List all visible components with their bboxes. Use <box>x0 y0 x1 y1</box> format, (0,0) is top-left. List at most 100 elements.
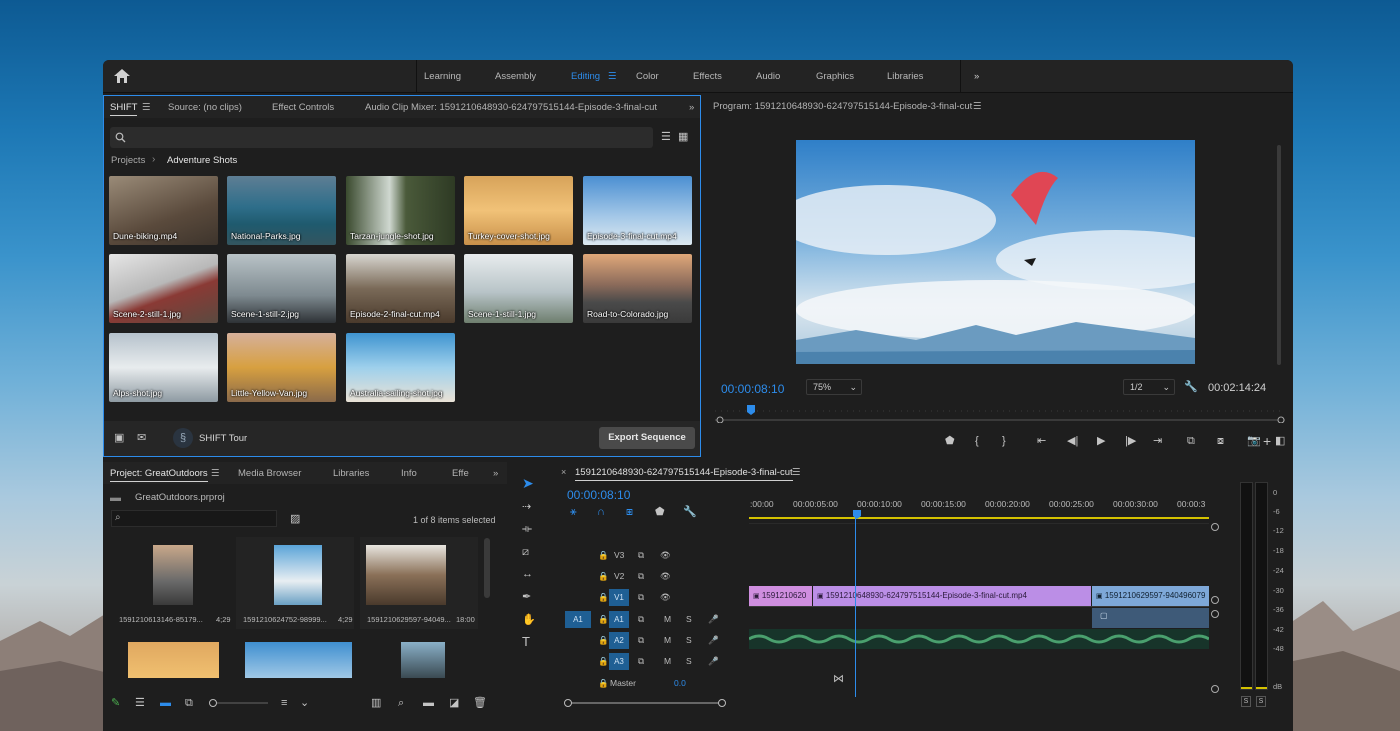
inbox-icon[interactable]: ▣ <box>114 431 124 445</box>
mark-out-icon[interactable]: } <box>1002 434 1006 448</box>
tab-libraries[interactable]: Libraries <box>333 468 369 479</box>
tab-audio-clip-mixer[interactable]: Audio Clip Mixer: 1591210648930-62479751… <box>365 102 657 113</box>
timeline-timecode[interactable]: 00:00:08:10 <box>567 488 630 502</box>
trash-icon[interactable]: 🗑 <box>473 696 487 710</box>
comparison-view-icon[interactable]: ◧ <box>1275 434 1285 448</box>
workspace-assembly[interactable]: Assembly <box>495 60 536 93</box>
sync-lock-icon[interactable]: ⧉ <box>638 614 644 625</box>
new-search-bin-icon[interactable]: ▨ <box>290 512 300 526</box>
video-clip[interactable]: ▣ 1591210620 <box>749 586 812 606</box>
lock-icon[interactable]: 🔒 <box>598 656 609 667</box>
asset-thumbnail[interactable]: Little-Yellow-Van.jpg <box>227 333 336 402</box>
audio-waveform-clip[interactable] <box>749 629 1209 649</box>
project-item[interactable]: 1591210629597-94049... 18:00 <box>360 537 478 629</box>
scroll-handle[interactable] <box>1211 610 1219 618</box>
wrench-icon[interactable]: 🔧 <box>1184 380 1198 394</box>
workspace-learning[interactable]: Learning <box>424 60 461 93</box>
step-back-icon[interactable]: ◀| <box>1067 434 1078 448</box>
track-expand-icon[interactable]: ⋈ <box>833 672 844 686</box>
list-view-icon[interactable]: ☰ <box>135 696 145 710</box>
project-search-input[interactable]: ⌕ <box>111 510 277 527</box>
pencil-icon[interactable]: ✎ <box>111 696 120 710</box>
selection-tool-icon[interactable]: ➤ <box>522 476 534 490</box>
step-forward-icon[interactable]: |▶ <box>1125 434 1136 448</box>
program-title[interactable]: Program: 1591210648930-624797515144-Epis… <box>713 101 972 112</box>
lock-icon[interactable]: 🔒 <box>598 550 609 561</box>
timeline-settings-wrench-icon[interactable]: 🔧 <box>683 505 697 519</box>
project-item-thumbnail[interactable] <box>245 642 352 678</box>
project-item[interactable]: 1591210624752-98999... 4;29 <box>236 537 354 629</box>
sequence-menu-icon[interactable]: ☰ <box>792 467 801 478</box>
solo-left-button[interactable]: S <box>1241 696 1251 707</box>
hand-tool-icon[interactable]: ✋ <box>522 613 536 627</box>
workspace-effects[interactable]: Effects <box>693 60 722 93</box>
program-playhead-timecode[interactable]: 00:00:08:10 <box>721 382 784 396</box>
go-to-out-icon[interactable]: ⇥ <box>1153 434 1162 448</box>
asset-thumbnail[interactable]: Scene-1-still-2.jpg <box>227 254 336 323</box>
sequence-tab[interactable]: 1591210648930-624797515144-Episode-3-fin… <box>575 467 793 481</box>
video-clip[interactable]: ▣ 1591210629597-940496079 <box>1092 586 1209 606</box>
program-menu-icon[interactable]: ☰ <box>973 101 982 112</box>
eye-icon[interactable]: 👁 <box>660 592 671 603</box>
resolution-select[interactable]: 1/2 ⌄ <box>1123 379 1175 395</box>
play-icon[interactable]: ▶ <box>1097 434 1105 448</box>
lock-icon[interactable]: 🔒 <box>598 614 609 625</box>
export-sequence-button[interactable]: Export Sequence <box>599 427 695 449</box>
vertical-scrollbar[interactable] <box>484 538 490 598</box>
new-item-icon[interactable]: ◪ <box>449 696 459 710</box>
lock-icon[interactable]: 🔒 <box>598 635 609 646</box>
tab-project[interactable]: Project: GreatOutdoors <box>110 468 208 482</box>
mark-in-icon[interactable]: { <box>975 434 979 448</box>
lift-icon[interactable]: ⧉ <box>1187 434 1195 448</box>
track-select-tool-icon[interactable]: ⇢ <box>522 500 531 514</box>
project-item[interactable]: 1591210613146-85179... 4;29 <box>112 537 231 629</box>
scroll-handle[interactable] <box>1211 685 1219 693</box>
solo-button[interactable]: S <box>686 656 692 666</box>
find-icon[interactable]: ⌕ <box>398 696 404 710</box>
horizontal-zoom-scrollbar[interactable] <box>562 696 1212 710</box>
scroll-handle[interactable] <box>1211 596 1219 604</box>
eye-icon[interactable]: 👁 <box>660 571 671 582</box>
vertical-scrollbar[interactable] <box>1277 145 1281 365</box>
extract-icon[interactable]: ⧇ <box>1217 434 1224 448</box>
freeform-view-icon[interactable]: ⧉ <box>185 696 193 710</box>
tab-info[interactable]: Info <box>401 468 417 479</box>
solo-button[interactable]: S <box>686 635 692 645</box>
asset-thumbnail[interactable]: Scene-1-still-1.jpg <box>464 254 573 323</box>
solo-right-button[interactable]: S <box>1256 696 1266 707</box>
asset-thumbnail[interactable]: Road-to-Colorado.jpg <box>583 254 692 323</box>
project-item-thumbnail[interactable] <box>128 642 219 678</box>
tab-effects[interactable]: Effe <box>452 468 469 479</box>
asset-search-input[interactable] <box>110 127 653 148</box>
microphone-icon[interactable]: 🎤 <box>708 656 719 667</box>
asset-thumbnail[interactable]: Turkey-cover-shot.jpg <box>464 176 573 245</box>
automate-to-sequence-icon[interactable]: ▥ <box>371 696 381 710</box>
workspace-overflow-icon[interactable]: » <box>974 60 979 93</box>
linked-selection-icon[interactable]: ∩ <box>597 505 605 519</box>
mute-button[interactable]: M <box>664 614 671 624</box>
eye-icon[interactable]: 👁 <box>660 550 671 561</box>
microphone-icon[interactable]: 🎤 <box>708 614 719 625</box>
project-item-thumbnail[interactable] <box>401 642 445 678</box>
track-target-a2[interactable]: A2 <box>609 632 629 649</box>
add-marker-icon[interactable]: ⬟ <box>655 505 665 519</box>
slip-tool-icon[interactable]: ↔ <box>522 567 533 581</box>
sync-lock-icon[interactable]: ⧉ <box>638 592 644 603</box>
mute-button[interactable]: M <box>664 635 671 645</box>
playhead-line[interactable] <box>855 517 856 697</box>
icon-view-icon[interactable]: ▬ <box>160 696 171 710</box>
asset-thumbnail[interactable]: Tarzan-jungle-shot.jpg <box>346 176 455 245</box>
tab-shift[interactable]: SHIFT <box>110 102 138 116</box>
type-tool-icon[interactable]: T <box>522 635 530 649</box>
ripple-edit-tool-icon[interactable]: ⟛ <box>522 522 532 536</box>
asset-thumbnail[interactable]: Scene-2-still-1.jpg <box>109 254 218 323</box>
shift-menu-icon[interactable]: ☰ <box>142 102 151 113</box>
workspace-editing[interactable]: Editing <box>571 60 600 93</box>
workspace-libraries[interactable]: Libraries <box>887 60 923 93</box>
workspace-menu-icon[interactable]: ☰ <box>608 60 617 93</box>
zoom-select[interactable]: 75% ⌄ <box>806 379 862 395</box>
sync-lock-icon[interactable]: ⧉ <box>638 656 644 667</box>
home-icon[interactable] <box>113 68 131 84</box>
vertical-zoom-scrollbar[interactable] <box>1209 523 1221 693</box>
grid-view-icon[interactable]: ▦ <box>678 130 688 144</box>
